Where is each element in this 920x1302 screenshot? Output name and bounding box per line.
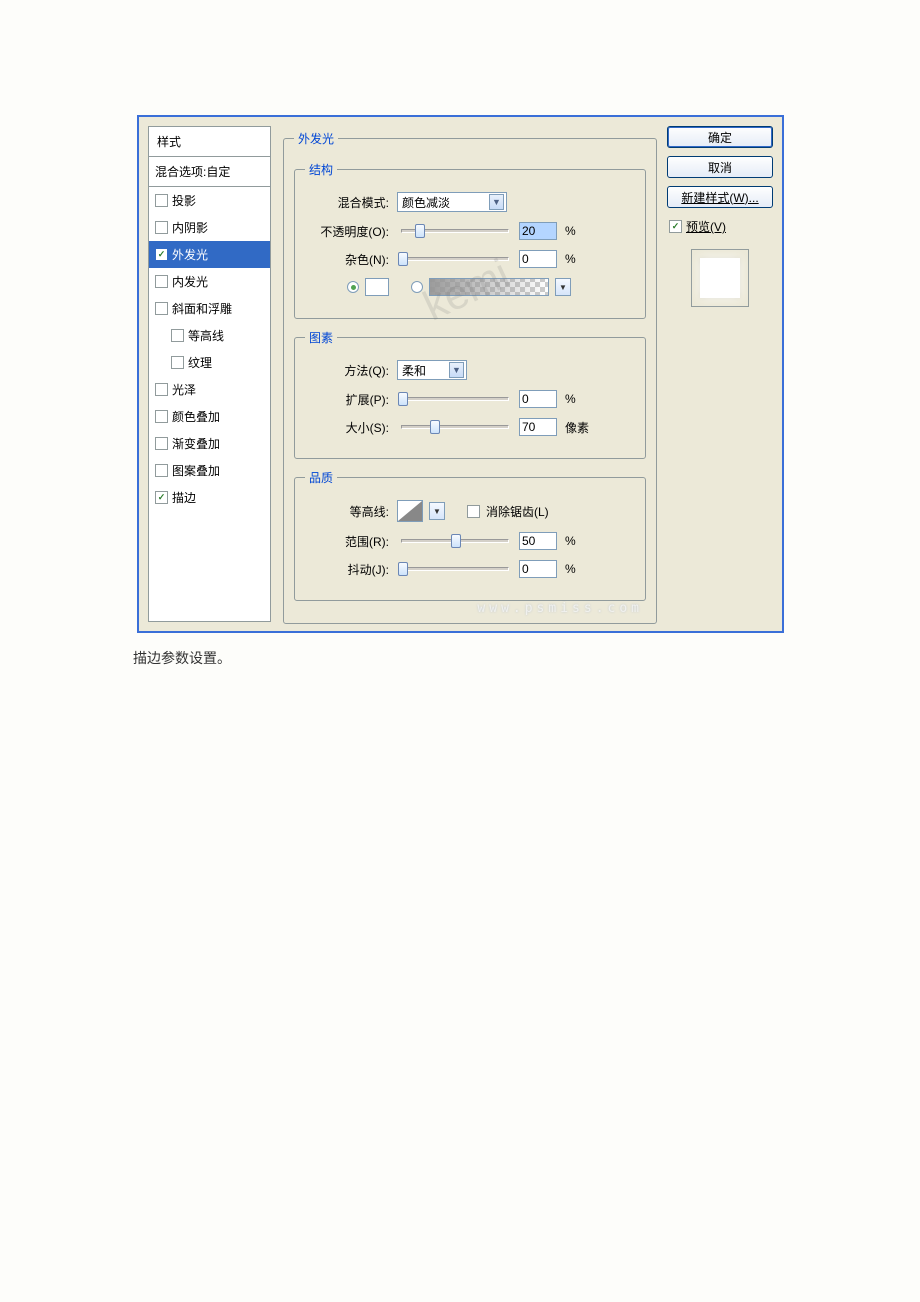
style-item-contour[interactable]: 等高线	[149, 322, 270, 349]
size-label: 大小(S):	[305, 419, 391, 436]
quality-group: 品质 等高线: ▼ 消除锯齿(L) 范围(R): %	[294, 469, 646, 601]
outer-glow-group: 外发光 结构 混合模式: 颜色减淡 ▼ 不透明度(O):	[283, 130, 657, 624]
blend-mode-select[interactable]: 颜色减淡 ▼	[397, 192, 507, 212]
ok-button[interactable]: 确定	[667, 126, 773, 148]
style-item-texture[interactable]: 纹理	[149, 349, 270, 376]
preview-thumbnail	[691, 249, 749, 307]
style-item-gradient-overlay[interactable]: 渐变叠加	[149, 430, 270, 457]
style-item-label: 等高线	[188, 327, 224, 344]
checkbox-icon[interactable]	[155, 221, 168, 234]
contour-label: 等高线:	[305, 503, 391, 520]
elements-group: 图素 方法(Q): 柔和 ▼ 扩展(P): %	[294, 329, 646, 459]
spread-slider[interactable]	[401, 397, 509, 401]
blend-mode-label: 混合模式:	[305, 194, 391, 211]
elements-legend: 图素	[305, 329, 337, 346]
layer-style-dialog: 样式 混合选项:自定 投影 内阴影 外发光 内发光 斜面和浮雕	[137, 115, 784, 633]
spread-label: 扩展(P):	[305, 391, 391, 408]
style-item-inner-shadow[interactable]: 内阴影	[149, 214, 270, 241]
opacity-slider[interactable]	[401, 229, 509, 233]
caption-text: 描边参数设置。	[133, 648, 231, 668]
style-item-pattern-overlay[interactable]: 图案叠加	[149, 457, 270, 484]
style-item-label: 内阴影	[172, 219, 208, 236]
size-slider[interactable]	[401, 425, 509, 429]
size-input[interactable]	[519, 418, 557, 436]
checkbox-icon[interactable]	[155, 437, 168, 450]
technique-value: 柔和	[402, 362, 426, 379]
glow-color-swatch[interactable]	[365, 278, 389, 296]
noise-label: 杂色(N):	[305, 251, 391, 268]
style-item-inner-glow[interactable]: 内发光	[149, 268, 270, 295]
blending-options-item[interactable]: 混合选项:自定	[149, 157, 270, 187]
size-unit: 像素	[565, 419, 589, 436]
glow-gradient-swatch[interactable]	[429, 278, 549, 296]
blend-mode-value: 颜色减淡	[402, 194, 450, 211]
styles-header: 样式	[149, 127, 270, 157]
anti-alias-checkbox[interactable]	[467, 505, 480, 518]
contour-dropdown-icon[interactable]: ▼	[429, 502, 445, 520]
noise-input[interactable]	[519, 250, 557, 268]
checkbox-icon[interactable]	[155, 194, 168, 207]
opacity-unit: %	[565, 224, 576, 238]
jitter-unit: %	[565, 562, 576, 576]
style-item-label: 渐变叠加	[172, 435, 220, 452]
range-input[interactable]	[519, 532, 557, 550]
opacity-label: 不透明度(O):	[305, 223, 391, 240]
spread-input[interactable]	[519, 390, 557, 408]
styles-list: 样式 混合选项:自定 投影 内阴影 外发光 内发光 斜面和浮雕	[148, 126, 271, 622]
style-item-outer-glow[interactable]: 外发光	[149, 241, 270, 268]
jitter-slider[interactable]	[401, 567, 509, 571]
anti-alias-label: 消除锯齿(L)	[486, 503, 549, 520]
checkbox-icon[interactable]	[155, 491, 168, 504]
checkbox-icon[interactable]	[155, 302, 168, 315]
style-item-stroke[interactable]: 描边	[149, 484, 270, 511]
jitter-input[interactable]	[519, 560, 557, 578]
checkbox-icon[interactable]	[171, 356, 184, 369]
checkbox-icon[interactable]	[155, 248, 168, 261]
style-item-label: 内发光	[172, 273, 208, 290]
technique-label: 方法(Q):	[305, 362, 391, 379]
style-item-color-overlay[interactable]: 颜色叠加	[149, 403, 270, 430]
style-item-label: 描边	[172, 489, 196, 506]
style-item-label: 纹理	[188, 354, 212, 371]
technique-select[interactable]: 柔和 ▼	[397, 360, 467, 380]
range-unit: %	[565, 534, 576, 548]
preview-checkbox[interactable]	[669, 220, 682, 233]
style-item-label: 外发光	[172, 246, 208, 263]
range-slider[interactable]	[401, 539, 509, 543]
contour-picker[interactable]	[397, 500, 423, 522]
range-label: 范围(R):	[305, 533, 391, 550]
style-item-label: 投影	[172, 192, 196, 209]
checkbox-icon[interactable]	[155, 275, 168, 288]
style-item-label: 光泽	[172, 381, 196, 398]
noise-unit: %	[565, 252, 576, 266]
checkbox-icon[interactable]	[171, 329, 184, 342]
opacity-input[interactable]	[519, 222, 557, 240]
style-item-label: 斜面和浮雕	[172, 300, 232, 317]
jitter-label: 抖动(J):	[305, 561, 391, 578]
cancel-button[interactable]: 取消	[667, 156, 773, 178]
spread-unit: %	[565, 392, 576, 406]
style-item-bevel-emboss[interactable]: 斜面和浮雕	[149, 295, 270, 322]
chevron-down-icon: ▼	[449, 362, 464, 378]
style-item-satin[interactable]: 光泽	[149, 376, 270, 403]
new-style-button[interactable]: 新建样式(W)...	[667, 186, 773, 208]
structure-legend: 结构	[305, 161, 337, 178]
preview-label: 预览(V)	[686, 218, 726, 235]
checkbox-icon[interactable]	[155, 410, 168, 423]
outer-glow-title: 外发光	[294, 130, 338, 147]
quality-legend: 品质	[305, 469, 337, 486]
gradient-dropdown-icon[interactable]: ▼	[555, 278, 571, 296]
style-item-label: 图案叠加	[172, 462, 220, 479]
checkbox-icon[interactable]	[155, 464, 168, 477]
chevron-down-icon: ▼	[489, 194, 504, 210]
dialog-buttons: 确定 取消 新建样式(W)... 预览(V)	[661, 126, 773, 622]
checkbox-icon[interactable]	[155, 383, 168, 396]
style-item-label: 颜色叠加	[172, 408, 220, 425]
noise-slider[interactable]	[401, 257, 509, 261]
style-item-drop-shadow[interactable]: 投影	[149, 187, 270, 214]
settings-panel: 外发光 结构 混合模式: 颜色减淡 ▼ 不透明度(O):	[283, 126, 661, 622]
structure-group: 结构 混合模式: 颜色减淡 ▼ 不透明度(O): %	[294, 161, 646, 319]
glow-color-radio[interactable]	[347, 281, 359, 293]
glow-gradient-radio[interactable]	[411, 281, 423, 293]
